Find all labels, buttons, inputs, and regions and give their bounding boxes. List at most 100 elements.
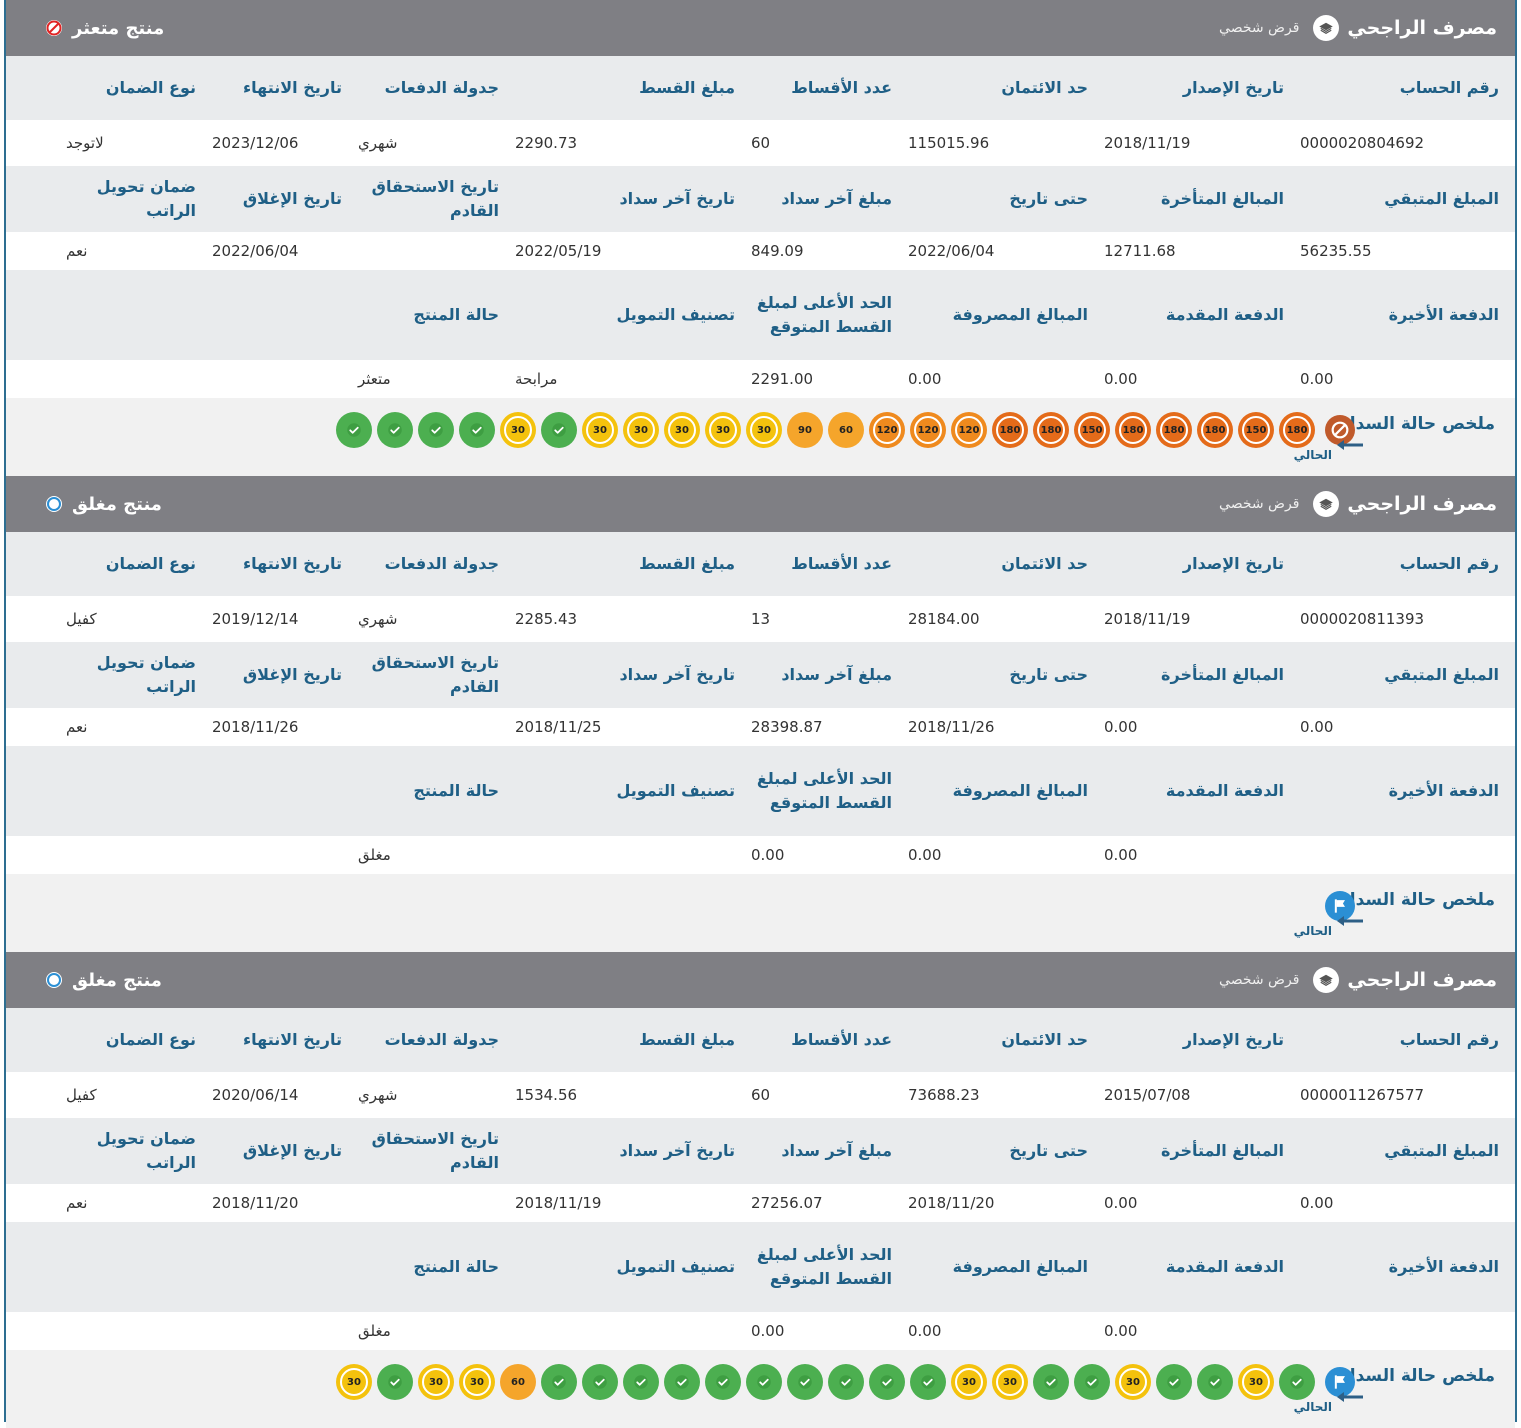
column-header (6, 642, 66, 708)
bank-info: مصرف الراجحي قرض شخصي (1219, 476, 1497, 532)
column-header: ضمان تحويل الراتب (66, 166, 212, 232)
table-cell: 0.00 (1104, 1312, 1300, 1350)
table-cell: 60 (751, 120, 908, 166)
current-label: الحالي (1293, 448, 1332, 462)
column-header (6, 1118, 66, 1184)
column-header: تاريخ آخر سداد (515, 166, 751, 232)
table-cell (1300, 1312, 1515, 1350)
column-header: مبلغ آخر سداد (751, 166, 908, 232)
product-type: قرض شخصي (1219, 972, 1300, 988)
column-header: تاريخ آخر سداد (515, 642, 751, 708)
product-status-header: منتج مغلق (46, 476, 162, 532)
column-header: تاريخ الإغلاق (212, 166, 358, 232)
paid-icon (910, 1364, 946, 1400)
bank-name: مصرف الراجحي (1347, 17, 1497, 39)
late-payment-badge: 30 (664, 412, 700, 448)
table-cell: 0.00 (1104, 708, 1300, 746)
table-cell: 2020/06/14 (212, 1072, 358, 1118)
header-row: رقم الحساب تاريخ الإصدار حد الائتمان عدد ال… (6, 532, 1515, 596)
column-header (212, 746, 358, 836)
status-text: منتج متعثر (72, 17, 165, 39)
paid-icon (459, 412, 495, 448)
late-payment-badge: 180 (1197, 412, 1233, 448)
payment-history: 180 150 180 180 180 150 180 180 120 120 120 60 90 30 3… (336, 412, 1315, 448)
bank-name: مصرف الراجحي (1347, 969, 1497, 991)
status-text: منتج مغلق (72, 493, 162, 515)
table-cell (6, 596, 66, 642)
late-payment-badge: 60 (500, 1364, 536, 1400)
column-header (6, 746, 66, 836)
arrow-left-icon (1335, 436, 1365, 450)
column-header: تاريخ الانتهاء (212, 532, 358, 596)
payment-summary: ملخص حالة السداد الحالي 180 150 180 180 180 150… (6, 398, 1515, 476)
table-cell: شهري (358, 596, 515, 642)
column-header: تاريخ الإصدار (1104, 56, 1300, 120)
header-row: المبلغ المتبقي المبالغ المتأخرة حتى تاريخ م… (6, 166, 1515, 232)
bank-info: مصرف الراجحي قرض شخصي (1219, 0, 1497, 56)
paid-icon (1074, 1364, 1110, 1400)
table-cell: 2022/06/04 (212, 232, 358, 270)
table-cell: 2291.00 (751, 360, 908, 398)
column-header: حد الائتمان (908, 1008, 1104, 1072)
late-payment-badge: 30 (582, 412, 618, 448)
column-header: المبلغ المتبقي (1300, 166, 1515, 232)
loan-card: مصرف الراجحي قرض شخصي منتج مغلق رقم الحساب ت… (6, 952, 1515, 1428)
column-header: حد الائتمان (908, 532, 1104, 596)
column-header: تاريخ آخر سداد (515, 1118, 751, 1184)
column-header: حالة المنتج (358, 270, 515, 360)
table-cell: 115015.96 (908, 120, 1104, 166)
bank-info: مصرف الراجحي قرض شخصي (1219, 952, 1497, 1008)
table-cell: 12711.68 (1104, 232, 1300, 270)
column-header: تاريخ الإصدار (1104, 532, 1300, 596)
header-row: المبلغ المتبقي المبالغ المتأخرة حتى تاريخ م… (6, 642, 1515, 708)
table-cell: 2018/11/20 (212, 1184, 358, 1222)
table-cell: 0.00 (1104, 360, 1300, 398)
product-type: قرض شخصي (1219, 496, 1300, 512)
paid-icon (377, 412, 413, 448)
header-row: رقم الحساب تاريخ الإصدار حد الائتمان عدد ال… (6, 1008, 1515, 1072)
late-payment-badge: 30 (623, 412, 659, 448)
table-cell (66, 836, 212, 874)
column-header: حتى تاريخ (908, 1118, 1104, 1184)
column-header: الدفعة الأخيرة (1300, 1222, 1515, 1312)
late-payment-badge: 30 (1238, 1364, 1274, 1400)
paid-icon (1197, 1364, 1233, 1400)
card-header: مصرف الراجحي قرض شخصي منتج متعثر (6, 0, 1515, 56)
table-cell: 0.00 (1104, 1184, 1300, 1222)
table-cell: مرابحة (515, 360, 751, 398)
column-header: المبالغ المصروفة (908, 746, 1104, 836)
paid-icon (582, 1364, 618, 1400)
table-cell: كفيل (66, 1072, 212, 1118)
paid-icon (664, 1364, 700, 1400)
column-header (6, 166, 66, 232)
table-cell: كفيل (66, 596, 212, 642)
late-payment-badge: 30 (992, 1364, 1028, 1400)
paid-icon (828, 1364, 864, 1400)
paid-icon (541, 412, 577, 448)
column-header (6, 56, 66, 120)
column-header (212, 1222, 358, 1312)
table-cell (6, 836, 66, 874)
column-header: الدفعة المقدمة (1104, 746, 1300, 836)
late-payment-badge: 120 (910, 412, 946, 448)
table-cell: 28398.87 (751, 708, 908, 746)
column-header: الحد الأعلى لمبلغ القسط المتوقع (751, 270, 908, 360)
card-header: مصرف الراجحي قرض شخصي منتج مغلق (6, 952, 1515, 1008)
late-payment-badge: 180 (1033, 412, 1069, 448)
column-header: نوع الضمان (66, 1008, 212, 1072)
column-header: ضمان تحويل الراتب (66, 642, 212, 708)
table-cell: 2018/11/19 (515, 1184, 751, 1222)
column-header: مبلغ آخر سداد (751, 1118, 908, 1184)
loan-details-table: رقم الحساب تاريخ الإصدار حد الائتمان عدد ال… (6, 1008, 1515, 1350)
late-payment-badge: 120 (869, 412, 905, 448)
table-cell: 0.00 (908, 836, 1104, 874)
loan-card: مصرف الراجحي قرض شخصي منتج متعثر رقم الحساب… (6, 0, 1515, 476)
late-payment-badge: 30 (1115, 1364, 1151, 1400)
table-cell: 0.00 (1300, 360, 1515, 398)
table-cell: 2285.43 (515, 596, 751, 642)
table-cell: 0.00 (908, 1312, 1104, 1350)
late-payment-badge: 180 (1279, 412, 1315, 448)
table-cell: 0.00 (1300, 708, 1515, 746)
column-header: المبالغ المتأخرة (1104, 166, 1300, 232)
bank-name: مصرف الراجحي (1347, 493, 1497, 515)
